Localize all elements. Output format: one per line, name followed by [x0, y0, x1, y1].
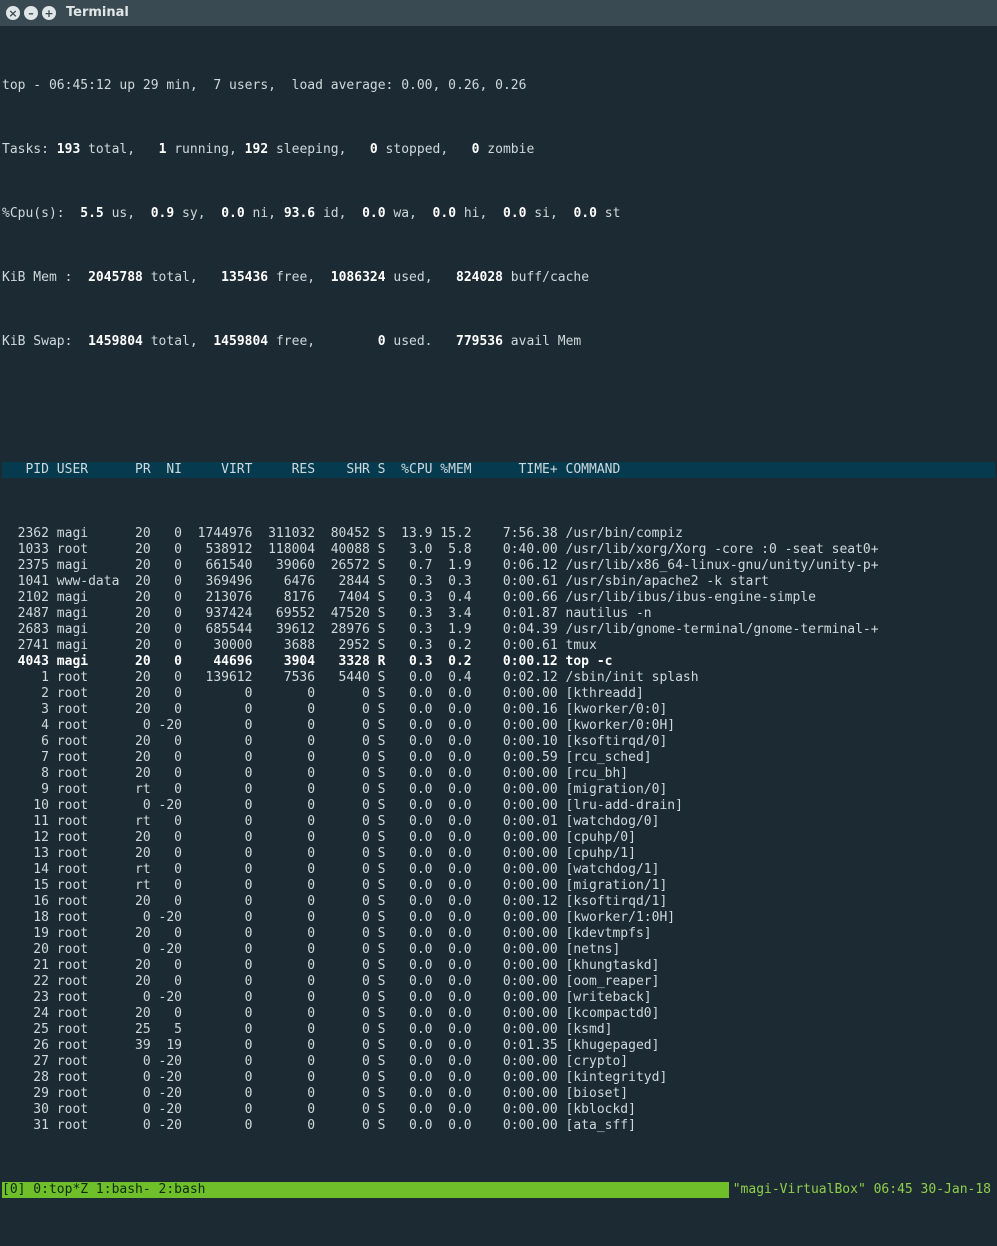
- process-row: 31 root 0 -20 0 0 0 S 0.0 0.0 0:00.00 [a…: [2, 1118, 995, 1134]
- summary-line-tasks: Tasks: 193 total, 1 running, 192 sleepin…: [2, 142, 995, 158]
- blank-line: [2, 398, 995, 414]
- terminal-window: × – + Terminal top - 06:45:12 up 29 min,…: [0, 0, 997, 1246]
- tmux-status-right: "magi-VirtualBox" 06:45 30-Jan-18: [729, 1182, 995, 1198]
- minimize-icon[interactable]: –: [24, 6, 38, 20]
- process-row: 27 root 0 -20 0 0 0 S 0.0 0.0 0:00.00 [c…: [2, 1054, 995, 1070]
- process-row: 1041 www-data 20 0 369496 6476 2844 S 0.…: [2, 574, 995, 590]
- process-row: 2741 magi 20 0 30000 3688 2952 S 0.3 0.2…: [2, 638, 995, 654]
- process-row: 15 root rt 0 0 0 0 S 0.0 0.0 0:00.00 [mi…: [2, 878, 995, 894]
- summary-line-cpu: %Cpu(s): 5.5 us, 0.9 sy, 0.0 ni, 93.6 id…: [2, 206, 995, 222]
- process-row: 23 root 0 -20 0 0 0 S 0.0 0.0 0:00.00 [w…: [2, 990, 995, 1006]
- process-row: 14 root rt 0 0 0 0 S 0.0 0.0 0:00.00 [wa…: [2, 862, 995, 878]
- window-title: Terminal: [66, 5, 129, 21]
- process-row: 2683 magi 20 0 685544 39612 28976 S 0.3 …: [2, 622, 995, 638]
- process-row: 3 root 20 0 0 0 0 S 0.0 0.0 0:00.16 [kwo…: [2, 702, 995, 718]
- tmux-status-bar: [0] 0:top*Z 1:bash- 2:bash "magi-Virtual…: [2, 1182, 995, 1198]
- process-row: 2487 magi 20 0 937424 69552 47520 S 0.3 …: [2, 606, 995, 622]
- titlebar: × – + Terminal: [0, 0, 997, 26]
- process-row: 20 root 0 -20 0 0 0 S 0.0 0.0 0:00.00 [n…: [2, 942, 995, 958]
- process-row: 19 root 20 0 0 0 0 S 0.0 0.0 0:00.00 [kd…: [2, 926, 995, 942]
- tmux-status-left: [0] 0:top*Z 1:bash- 2:bash: [2, 1182, 206, 1198]
- maximize-icon[interactable]: +: [42, 6, 56, 20]
- process-row: 12 root 20 0 0 0 0 S 0.0 0.0 0:00.00 [cp…: [2, 830, 995, 846]
- process-row: 28 root 0 -20 0 0 0 S 0.0 0.0 0:00.00 [k…: [2, 1070, 995, 1086]
- summary-line-mem: KiB Mem : 2045788 total, 135436 free, 10…: [2, 270, 995, 286]
- process-row: 2102 magi 20 0 213076 8176 7404 S 0.3 0.…: [2, 590, 995, 606]
- process-row: 4043 magi 20 0 44696 3904 3328 R 0.3 0.2…: [2, 654, 995, 670]
- process-row: 29 root 0 -20 0 0 0 S 0.0 0.0 0:00.00 [b…: [2, 1086, 995, 1102]
- process-row: 1 root 20 0 139612 7536 5440 S 0.0 0.4 0…: [2, 670, 995, 686]
- process-row: 1033 root 20 0 538912 118004 40088 S 3.0…: [2, 542, 995, 558]
- process-row: 9 root rt 0 0 0 0 S 0.0 0.0 0:00.00 [mig…: [2, 782, 995, 798]
- process-row: 22 root 20 0 0 0 0 S 0.0 0.0 0:00.00 [oo…: [2, 974, 995, 990]
- process-row: 11 root rt 0 0 0 0 S 0.0 0.0 0:00.01 [wa…: [2, 814, 995, 830]
- process-list: 2362 magi 20 0 1744976 311032 80452 S 13…: [2, 526, 995, 1134]
- process-row: 10 root 0 -20 0 0 0 S 0.0 0.0 0:00.00 [l…: [2, 798, 995, 814]
- close-icon[interactable]: ×: [6, 6, 20, 20]
- process-row: 26 root 39 19 0 0 0 S 0.0 0.0 0:01.35 [k…: [2, 1038, 995, 1054]
- process-header-row: PID USER PR NI VIRT RES SHR S %CPU %MEM …: [2, 462, 995, 478]
- process-row: 2362 magi 20 0 1744976 311032 80452 S 13…: [2, 526, 995, 542]
- process-row: 30 root 0 -20 0 0 0 S 0.0 0.0 0:00.00 [k…: [2, 1102, 995, 1118]
- process-row: 16 root 20 0 0 0 0 S 0.0 0.0 0:00.12 [ks…: [2, 894, 995, 910]
- process-row: 21 root 20 0 0 0 0 S 0.0 0.0 0:00.00 [kh…: [2, 958, 995, 974]
- process-row: 24 root 20 0 0 0 0 S 0.0 0.0 0:00.00 [kc…: [2, 1006, 995, 1022]
- process-row: 7 root 20 0 0 0 0 S 0.0 0.0 0:00.59 [rcu…: [2, 750, 995, 766]
- process-row: 2375 magi 20 0 661540 39060 26572 S 0.7 …: [2, 558, 995, 574]
- process-row: 18 root 0 -20 0 0 0 S 0.0 0.0 0:00.00 [k…: [2, 910, 995, 926]
- process-row: 6 root 20 0 0 0 0 S 0.0 0.0 0:00.10 [kso…: [2, 734, 995, 750]
- terminal-body[interactable]: top - 06:45:12 up 29 min, 7 users, load …: [0, 26, 997, 1246]
- process-row: 2 root 20 0 0 0 0 S 0.0 0.0 0:00.00 [kth…: [2, 686, 995, 702]
- process-row: 13 root 20 0 0 0 0 S 0.0 0.0 0:00.00 [cp…: [2, 846, 995, 862]
- process-row: 4 root 0 -20 0 0 0 S 0.0 0.0 0:00.00 [kw…: [2, 718, 995, 734]
- process-row: 8 root 20 0 0 0 0 S 0.0 0.0 0:00.00 [rcu…: [2, 766, 995, 782]
- summary-line-top: top - 06:45:12 up 29 min, 7 users, load …: [2, 78, 995, 94]
- summary-line-swap: KiB Swap: 1459804 total, 1459804 free, 0…: [2, 334, 995, 350]
- process-row: 25 root 25 5 0 0 0 S 0.0 0.0 0:00.00 [ks…: [2, 1022, 995, 1038]
